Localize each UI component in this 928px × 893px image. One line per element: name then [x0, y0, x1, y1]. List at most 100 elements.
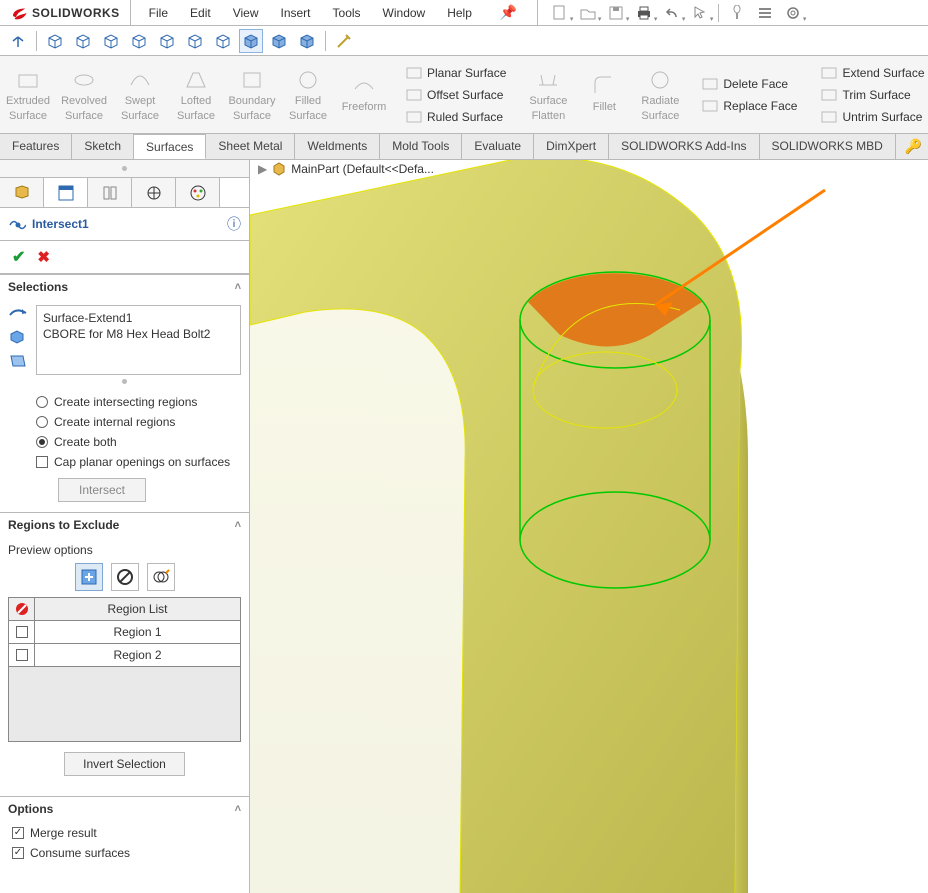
selection-item[interactable]: CBORE for M8 Hex Head Bolt2 [43, 326, 234, 342]
delete-face-icon [702, 76, 718, 92]
ok-button[interactable]: ✔ [12, 247, 25, 267]
pm-grip[interactable] [0, 160, 249, 178]
view-left-button[interactable] [99, 29, 123, 53]
preview-show-included-button[interactable] [75, 563, 103, 591]
pin-menu-icon[interactable]: 📌 [490, 4, 527, 21]
section-selections-header[interactable]: Selections ˄ [0, 275, 249, 299]
radio-create-intersecting[interactable]: Create intersecting regions [8, 392, 241, 412]
menu-file[interactable]: File [139, 2, 178, 24]
view-iso-button[interactable] [211, 29, 235, 53]
fillet-button[interactable]: Fillet [576, 56, 632, 133]
menu-help[interactable]: Help [437, 2, 482, 24]
extruded-surface-button[interactable]: ExtrudedSurface [0, 56, 56, 133]
region-list-header: Region List [35, 598, 240, 620]
breadcrumb[interactable]: ▶ MainPart (Default<<Defa... [258, 161, 434, 177]
check-consume-surfaces[interactable]: Consume surfaces [8, 843, 241, 863]
preview-show-both-button[interactable] [147, 563, 175, 591]
tab-evaluate[interactable]: Evaluate [462, 134, 534, 159]
offset-surface-button[interactable]: Offset Surface [402, 84, 510, 106]
check-merge-result[interactable]: Merge result [8, 823, 241, 843]
untrim-surface-button[interactable]: Untrim Surface [817, 106, 928, 128]
pm-ok-cancel-row: ✔ ✖ [0, 241, 249, 274]
fillet-icon [591, 73, 617, 99]
menu-view[interactable]: View [223, 2, 269, 24]
freeform-button[interactable]: Freeform [336, 56, 392, 133]
pm-tab-property-manager[interactable] [44, 178, 88, 207]
print-button[interactable]: ▾ [630, 2, 658, 24]
save-button[interactable]: ▾ [602, 2, 630, 24]
cancel-button[interactable]: ✖ [37, 248, 50, 266]
revolved-surface-button[interactable]: RevolvedSurface [56, 56, 112, 133]
solid-body-filter-icon[interactable] [8, 305, 28, 323]
options-button[interactable] [751, 2, 779, 24]
select-button[interactable]: ▾ [686, 2, 714, 24]
tab-mbd[interactable]: SOLIDWORKS MBD [760, 134, 896, 159]
surface-flatten-button[interactable]: SurfaceFlatten [520, 56, 576, 133]
selection-list[interactable]: Surface-Extend1 CBORE for M8 Hex Head Bo… [36, 305, 241, 375]
section-regions-header[interactable]: Regions to Exclude ˄ [0, 513, 249, 537]
menu-insert[interactable]: Insert [271, 2, 321, 24]
tab-surfaces[interactable]: Surfaces [134, 134, 206, 159]
view-normal-button[interactable] [295, 29, 319, 53]
graphics-viewport[interactable] [250, 160, 928, 893]
pm-tab-appearance[interactable] [176, 178, 220, 207]
check-cap-planar[interactable]: Cap planar openings on surfaces [8, 452, 241, 472]
filled-surface-button[interactable]: FilledSurface [280, 56, 336, 133]
lofted-surface-button[interactable]: LoftedSurface [168, 56, 224, 133]
region-exclude-check[interactable] [16, 649, 28, 661]
search-key-icon[interactable]: 🔑 [905, 138, 922, 155]
section-title: Regions to Exclude [8, 518, 119, 532]
undo-button[interactable]: ▾ [658, 2, 686, 24]
extend-surface-button[interactable]: Extend Surface [817, 62, 928, 84]
view-selector-button[interactable] [332, 29, 356, 53]
region-exclude-check[interactable] [16, 626, 28, 638]
open-button[interactable]: ▾ [574, 2, 602, 24]
section-options-header[interactable]: Options ˄ [0, 797, 249, 821]
tab-sketch[interactable]: Sketch [72, 134, 134, 159]
ruled-surface-button[interactable]: Ruled Surface [402, 106, 510, 128]
pm-tab-config[interactable] [88, 178, 132, 207]
delete-face-button[interactable]: Delete Face [698, 73, 801, 95]
triad-icon [9, 32, 27, 50]
view-trimetric-button[interactable] [239, 29, 263, 53]
tab-mold-tools[interactable]: Mold Tools [380, 134, 462, 159]
tab-weldments[interactable]: Weldments [295, 134, 380, 159]
tab-dimxpert[interactable]: DimXpert [534, 134, 609, 159]
selection-item[interactable]: Surface-Extend1 [43, 310, 234, 326]
radiate-surface-button[interactable]: RadiateSurface [632, 56, 688, 133]
rebuild-button[interactable] [723, 2, 751, 24]
preview-show-excluded-button[interactable] [111, 563, 139, 591]
tab-sheet-metal[interactable]: Sheet Metal [206, 134, 295, 159]
settings-button[interactable]: ▾ [779, 2, 807, 24]
new-doc-button[interactable]: ▾ [546, 2, 574, 24]
region-list-body[interactable]: Region 1 Region 2 [9, 621, 240, 741]
region-row[interactable]: Region 1 [9, 621, 240, 644]
radio-create-both[interactable]: Create both [8, 432, 241, 452]
menu-edit[interactable]: Edit [180, 2, 221, 24]
trim-surface-button[interactable]: Trim Surface [817, 84, 928, 106]
replace-face-button[interactable]: Replace Face [698, 95, 801, 117]
view-back-button[interactable] [71, 29, 95, 53]
orientation-triad-button[interactable] [6, 29, 30, 53]
view-right-button[interactable] [127, 29, 151, 53]
view-front-button[interactable] [43, 29, 67, 53]
invert-selection-button[interactable]: Invert Selection [64, 752, 185, 776]
swept-surface-button[interactable]: SweptSurface [112, 56, 168, 133]
pm-tab-feature-tree[interactable] [0, 178, 44, 207]
menu-tools[interactable]: Tools [323, 2, 371, 24]
view-top-button[interactable] [155, 29, 179, 53]
help-icon[interactable]: ⓘ [227, 214, 241, 234]
plane-filter-icon[interactable] [8, 353, 28, 371]
view-bottom-button[interactable] [183, 29, 207, 53]
tab-features[interactable]: Features [0, 134, 72, 159]
radio-create-internal[interactable]: Create internal regions [8, 412, 241, 432]
surface-body-filter-icon[interactable] [8, 329, 28, 347]
boundary-surface-button[interactable]: BoundarySurface [224, 56, 280, 133]
intersect-button[interactable]: Intersect [58, 478, 146, 502]
region-row[interactable]: Region 2 [9, 644, 240, 667]
menu-window[interactable]: Window [373, 2, 436, 24]
pm-tab-dimxpert[interactable] [132, 178, 176, 207]
planar-surface-button[interactable]: Planar Surface [402, 62, 510, 84]
view-dimetric-button[interactable] [267, 29, 291, 53]
tab-addins[interactable]: SOLIDWORKS Add-Ins [609, 134, 759, 159]
